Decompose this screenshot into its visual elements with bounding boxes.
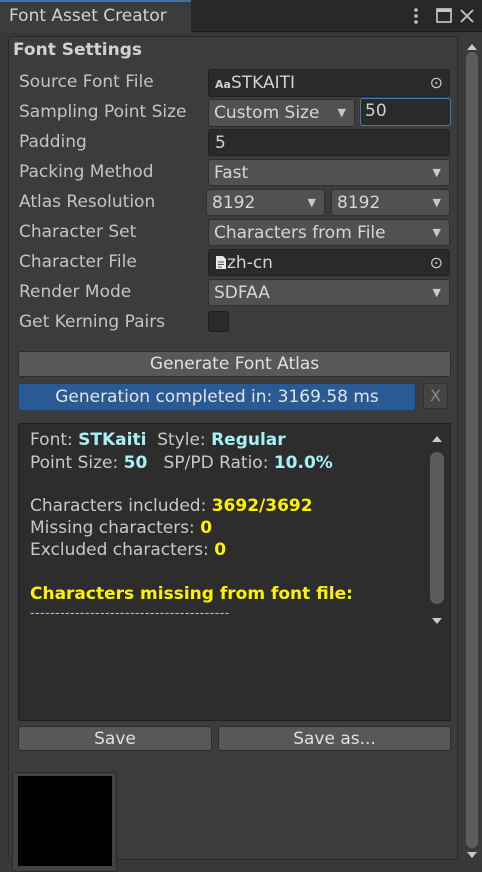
dismiss-progress-button[interactable]: X	[423, 383, 448, 409]
window-title: Font Asset Creator	[9, 6, 167, 26]
window-scroll-up-icon[interactable]	[464, 38, 480, 50]
packing-method-value: Fast	[214, 163, 249, 183]
window-scroll-thumb[interactable]	[466, 52, 478, 848]
font-name-value: STKaiti	[78, 430, 147, 450]
character-set-dropdown[interactable]: Characters from File ▼	[208, 219, 450, 246]
padding-input[interactable]: 5	[208, 129, 450, 156]
character-file-field[interactable]: zh-cn ⊙	[208, 249, 450, 276]
sampling-mode-value: Custom Size	[214, 103, 320, 123]
chevron-down-icon: ▼	[432, 286, 441, 299]
maximize-icon[interactable]	[435, 7, 453, 25]
point-size-input[interactable]: 50	[360, 98, 451, 126]
scroll-up-icon[interactable]	[430, 430, 444, 442]
atlas-width-value: 8192	[212, 193, 256, 213]
text-file-icon	[215, 252, 227, 278]
chevron-down-icon: ▼	[307, 196, 316, 209]
chevron-down-icon: ▼	[432, 196, 441, 209]
kerning-pairs-label: Get Kerning Pairs	[19, 312, 166, 332]
source-font-file-field[interactable]: AaSTKAITI ⊙	[208, 69, 450, 97]
excluded-characters-line: Excluded characters: 0	[30, 540, 227, 560]
missing-characters-value: 0	[200, 518, 213, 538]
section-title: Font Settings	[13, 40, 142, 60]
characters-included-line: Characters included: 3692/3692	[30, 496, 313, 516]
output-scroll-thumb[interactable]	[430, 452, 444, 604]
atlas-width-dropdown[interactable]: 8192 ▼	[206, 189, 325, 216]
packing-method-label: Packing Method	[19, 162, 154, 182]
sampling-mode-dropdown[interactable]: Custom Size ▼	[208, 99, 355, 127]
character-file-value: zh-cn	[227, 253, 273, 273]
object-picker-icon[interactable]: ⊙	[430, 70, 443, 96]
render-mode-label: Render Mode	[19, 282, 132, 302]
save-button[interactable]: Save	[18, 726, 212, 751]
characters-included-value: 3692/3692	[211, 496, 313, 516]
render-mode-value: SDFAA	[214, 283, 270, 303]
atlas-preview-image	[18, 776, 112, 866]
save-as-button[interactable]: Save as...	[218, 726, 451, 751]
font-style-value: Regular	[211, 430, 286, 450]
chevron-down-icon: ▼	[432, 166, 441, 179]
kerning-pairs-checkbox[interactable]	[208, 311, 229, 332]
close-icon[interactable]	[458, 7, 476, 25]
generate-font-atlas-button[interactable]: Generate Font Atlas	[18, 351, 451, 377]
point-size-value: 50	[123, 453, 148, 473]
atlas-height-dropdown[interactable]: 8192 ▼	[331, 189, 450, 216]
missing-header: Characters missing from font file:	[30, 584, 353, 604]
source-font-file-value: STKAITI	[230, 73, 296, 93]
packing-method-dropdown[interactable]: Fast ▼	[208, 159, 450, 186]
window-scroll-down-icon[interactable]	[464, 846, 480, 858]
source-font-file-label: Source Font File	[19, 72, 154, 92]
font-info-line: Font: STKaiti Style: Regular	[30, 430, 286, 450]
separator-line: ----------------------------------------	[30, 606, 230, 621]
atlas-resolution-label: Atlas Resolution	[19, 192, 156, 212]
point-size-line: Point Size: 50 SP/PD Ratio: 10.0%	[30, 453, 333, 473]
scroll-down-icon[interactable]	[430, 612, 444, 624]
character-file-label: Character File	[19, 252, 137, 272]
object-picker-icon[interactable]: ⊙	[430, 250, 443, 276]
sampling-point-size-label: Sampling Point Size	[19, 102, 187, 122]
chevron-down-icon: ▼	[337, 106, 346, 119]
character-set-label: Character Set	[19, 222, 137, 242]
generation-progress-bar: Generation completed in: 3169.58 ms	[18, 383, 416, 411]
kebab-menu-icon[interactable]	[408, 6, 424, 26]
character-set-value: Characters from File	[214, 223, 386, 243]
missing-characters-line: Missing characters: 0	[30, 518, 213, 538]
excluded-characters-value: 0	[214, 540, 227, 560]
font-asset-icon: Aa	[215, 78, 231, 91]
ratio-value: 10.0%	[273, 453, 333, 473]
atlas-height-value: 8192	[337, 193, 381, 213]
render-mode-dropdown[interactable]: SDFAA ▼	[208, 279, 450, 306]
padding-label: Padding	[19, 132, 87, 152]
chevron-down-icon: ▼	[432, 226, 441, 239]
